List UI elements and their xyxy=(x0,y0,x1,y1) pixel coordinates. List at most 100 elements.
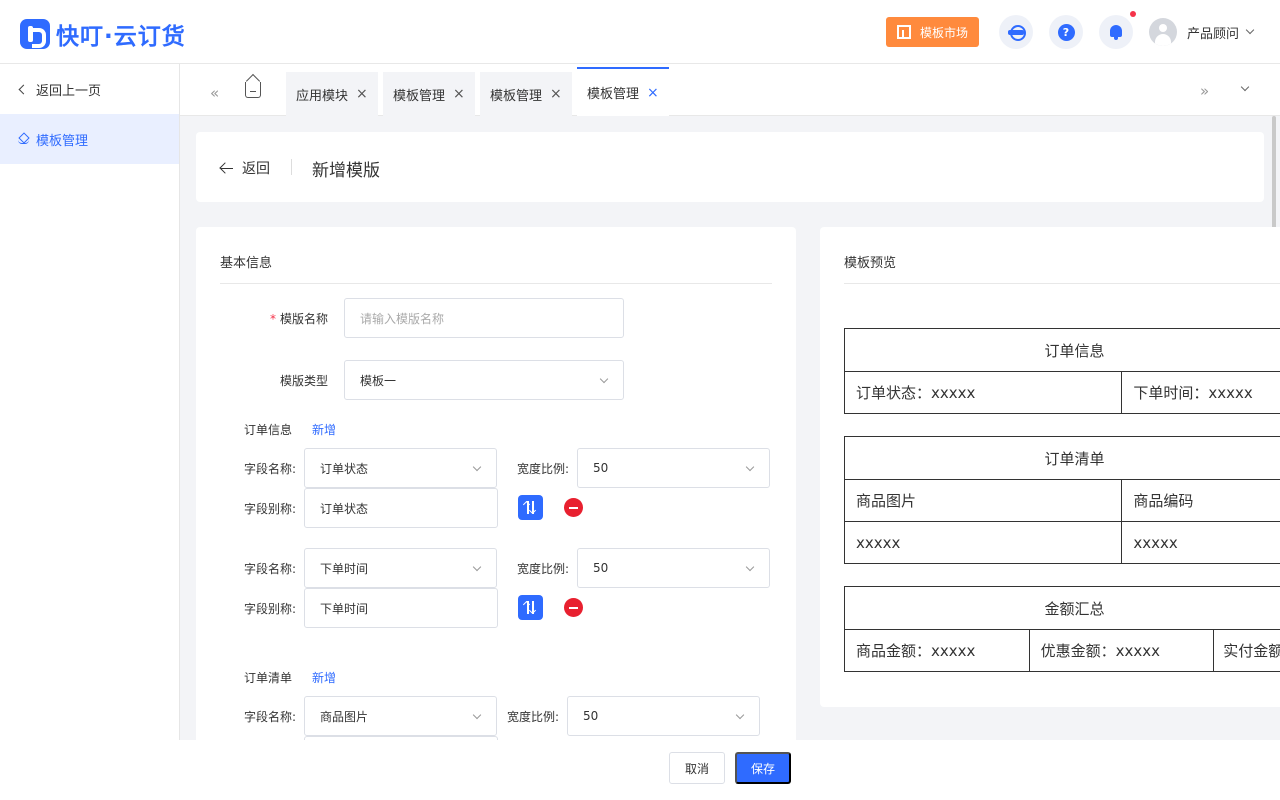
close-icon[interactable]: × xyxy=(453,86,465,102)
tab-bar: « 应用模块 × 模板管理 × 模板管理 × 模板管理 × » xyxy=(180,64,1280,116)
close-icon[interactable]: × xyxy=(647,85,659,101)
chevron-down-icon xyxy=(472,462,482,472)
chevron-down-icon xyxy=(472,562,482,572)
tab-label: 应用模块 xyxy=(296,88,349,104)
customer-service-button[interactable] xyxy=(999,15,1033,49)
field-name-value: 商品图片 xyxy=(320,709,369,724)
chevron-down-icon xyxy=(745,562,755,572)
tab-template-management-2[interactable]: 模板管理 × xyxy=(480,72,572,116)
chevron-down-icon xyxy=(735,710,745,720)
swap-icon xyxy=(522,500,531,509)
template-type-value: 模板一 xyxy=(360,373,397,388)
cancel-button[interactable]: 取消 xyxy=(669,752,725,784)
field-alias-label: 字段别称: xyxy=(244,502,297,516)
layers-icon xyxy=(18,134,29,145)
table-cell: 实付金额 xyxy=(1213,630,1280,671)
order-list-add-link[interactable]: 新增 xyxy=(312,669,336,686)
avatar xyxy=(1149,18,1177,46)
footer-actions: 取消 保存 xyxy=(0,740,1280,800)
back-label: 返回 xyxy=(242,161,270,177)
required-mark: * xyxy=(270,312,276,326)
user-name: 产品顾问 xyxy=(1187,26,1240,42)
help-icon: ? xyxy=(1057,23,1075,41)
field-alias-label: 字段别称: xyxy=(244,602,297,616)
field-name-value: 下单时间 xyxy=(320,561,369,576)
remove-field-button[interactable] xyxy=(564,598,583,617)
table-row: 商品图片 商品编码 xyxy=(845,479,1280,521)
field-alias-value: 下单时间 xyxy=(320,601,369,616)
tab-template-management-active[interactable]: 模板管理 × xyxy=(577,67,669,116)
template-name-label-text: 模版名称 xyxy=(280,312,329,326)
remove-field-button[interactable] xyxy=(564,498,583,517)
table-cell: 下单时间：xxxxx xyxy=(1121,372,1280,413)
close-icon[interactable]: × xyxy=(550,86,562,102)
field-alias-input[interactable]: 订单状态 xyxy=(304,488,498,528)
tab-template-management-1[interactable]: 模板管理 × xyxy=(383,72,475,116)
preview-title: 模板预览 xyxy=(844,256,897,271)
close-icon[interactable]: × xyxy=(356,86,368,102)
preview-table-header: 订单信息 xyxy=(1044,341,1105,360)
width-ratio-value: 50 xyxy=(593,461,609,475)
tab-app-module[interactable]: 应用模块 × xyxy=(286,72,378,116)
swap-order-button[interactable] xyxy=(518,495,543,520)
template-name-label: * 模版名称 xyxy=(270,310,328,327)
table-cell: 商品金额：xxxxx xyxy=(856,642,976,660)
width-ratio-select[interactable]: 50 xyxy=(567,696,760,736)
table-cell: 优惠金额：xxxxx xyxy=(1028,630,1214,671)
home-icon[interactable] xyxy=(245,82,261,98)
field-name-label: 字段名称: xyxy=(244,562,297,576)
chevron-left-icon xyxy=(18,84,29,94)
table-cell: xxxxx xyxy=(856,533,901,552)
field-name-value: 订单状态 xyxy=(320,461,369,476)
help-button[interactable]: ? xyxy=(1049,15,1083,49)
page-header: 返回 新增模版 xyxy=(196,132,1264,202)
table-cell: xxxxx xyxy=(1121,522,1280,563)
table-cell: 订单状态：xxxxx xyxy=(856,384,976,402)
chevron-down-icon xyxy=(1245,25,1255,35)
template-market-button[interactable]: 模板市场 xyxy=(886,17,979,47)
order-list-label: 订单清单 xyxy=(244,671,293,685)
field-name-select[interactable]: 订单状态 xyxy=(304,448,497,488)
table-row: xxxxx xxxxx xyxy=(845,521,1280,563)
tab-label: 模板管理 xyxy=(393,88,446,104)
sidebar-item-template-management[interactable]: 模板管理 xyxy=(0,114,179,164)
page-title: 新增模版 xyxy=(312,161,380,181)
field-name-select[interactable]: 下单时间 xyxy=(304,548,497,588)
tabs-menu-chevron-down-icon[interactable] xyxy=(1240,82,1250,92)
field-name-label: 字段名称: xyxy=(244,462,297,476)
template-type-select[interactable]: 模板一 xyxy=(344,360,624,400)
width-ratio-select[interactable]: 50 xyxy=(577,548,770,588)
table-cell: 商品编码 xyxy=(1121,480,1280,521)
width-ratio-value: 50 xyxy=(593,561,609,575)
preview-table-order-info: 订单信息 订单状态：xxxxx 下单时间：xxxxx xyxy=(844,328,1280,414)
swap-order-button[interactable] xyxy=(518,595,543,620)
tab-label: 模板管理 xyxy=(587,87,640,102)
table-row: 商品金额：xxxxx 优惠金额：xxxxx 实付金额 xyxy=(845,629,1280,671)
template-preview-card: 模板预览 订单信息 订单状态：xxxxx 下单时间：xxxxx 订单清单 商品图… xyxy=(820,227,1280,707)
table-row: 订单状态：xxxxx 下单时间：xxxxx xyxy=(845,371,1280,413)
template-name-input[interactable]: 请输入模版名称 xyxy=(344,298,624,338)
width-ratio-label: 宽度比例: xyxy=(507,710,560,724)
customer-service-icon xyxy=(1008,24,1026,41)
top-header: 快叮·云订货 模板市场 ? 产品顾问 xyxy=(0,0,1280,64)
arrow-left-icon xyxy=(220,162,233,174)
field-name-select[interactable]: 商品图片 xyxy=(304,696,497,736)
chevron-down-icon xyxy=(472,710,482,720)
notification-badge xyxy=(1130,11,1136,17)
field-alias-value: 订单状态 xyxy=(320,501,369,516)
width-ratio-label: 宽度比例: xyxy=(517,462,570,476)
save-button[interactable]: 保存 xyxy=(735,752,791,784)
back-button[interactable]: 返回 xyxy=(220,158,270,178)
back-to-previous-link[interactable]: 返回上一页 xyxy=(0,64,179,114)
user-menu[interactable]: 产品顾问 xyxy=(1149,18,1255,46)
width-ratio-value: 50 xyxy=(583,709,599,723)
field-alias-input[interactable]: 下单时间 xyxy=(304,588,498,628)
tabs-scroll-left-icon[interactable]: « xyxy=(210,84,219,102)
order-info-add-link[interactable]: 新增 xyxy=(312,421,336,438)
template-name-placeholder: 请输入模版名称 xyxy=(360,311,445,326)
width-ratio-select[interactable]: 50 xyxy=(577,448,770,488)
logo[interactable]: 快叮·云订货 xyxy=(20,17,186,51)
tabs-scroll-right-icon[interactable]: » xyxy=(1200,82,1209,100)
table-cell: 商品图片 xyxy=(856,492,917,510)
notifications-button[interactable] xyxy=(1099,15,1133,49)
